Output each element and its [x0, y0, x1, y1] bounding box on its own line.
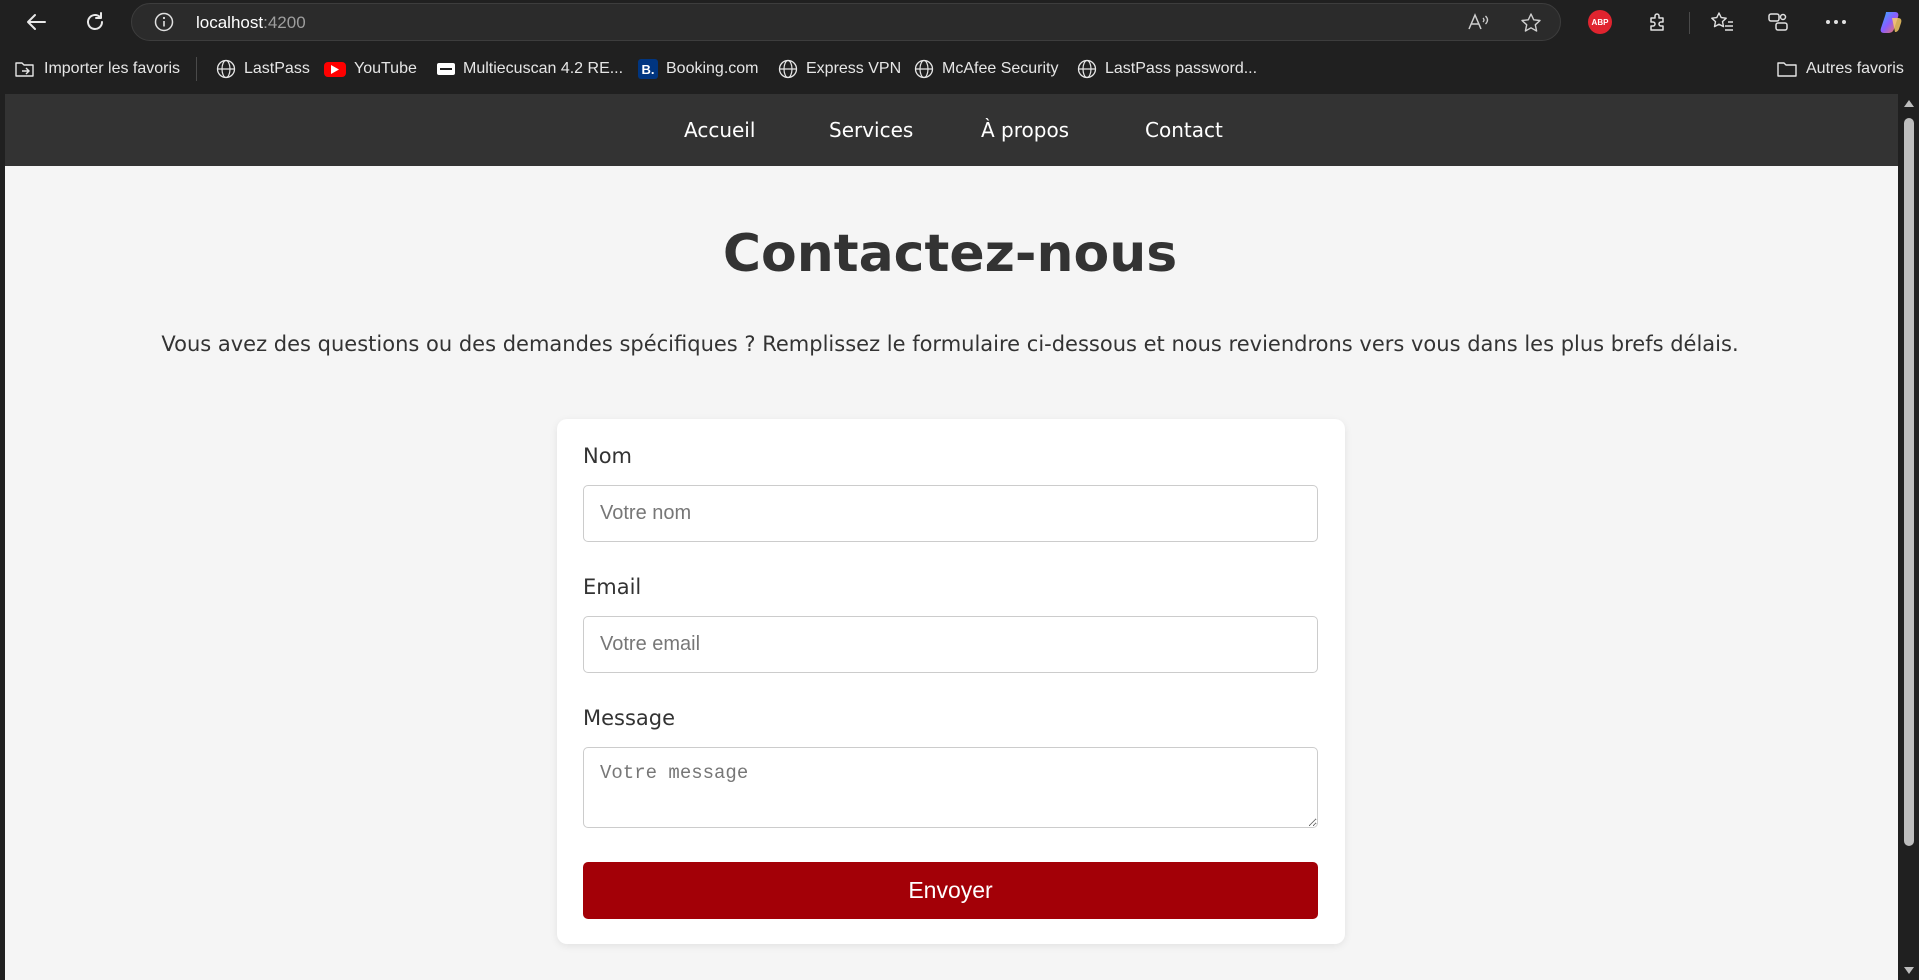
bookmark-lastpass-password[interactable]: LastPass password...	[1077, 58, 1257, 80]
globe-icon	[914, 59, 934, 79]
nav-link-accueil[interactable]: Accueil	[684, 118, 755, 142]
browser-toolbar: localhost:4200 ABP	[0, 0, 1919, 45]
nav-link-services[interactable]: Services	[829, 118, 913, 142]
bookmark-label: McAfee Security	[942, 60, 1059, 77]
adblock-plus-button[interactable]: ABP	[1583, 6, 1617, 38]
bookmark-label: YouTube	[354, 60, 417, 77]
adblock-plus-icon: ABP	[1588, 10, 1612, 34]
page-intro: Vous avez des questions ou des demandes …	[161, 332, 1739, 356]
address-bar[interactable]: localhost:4200	[131, 3, 1561, 41]
nav-link-contact[interactable]: Contact	[1145, 118, 1223, 142]
page-scrollbar[interactable]	[1898, 94, 1919, 980]
url-host: localhost	[196, 13, 264, 32]
back-arrow-icon	[27, 14, 46, 30]
scroll-up-arrow-icon[interactable]	[1904, 100, 1914, 107]
youtube-icon	[324, 61, 346, 77]
reload-icon	[87, 12, 103, 30]
collections-icon	[1768, 13, 1788, 31]
bookmark-booking[interactable]: B. Booking.com	[638, 58, 759, 80]
bookmark-express-vpn[interactable]: Express VPN	[778, 58, 901, 80]
collections-button[interactable]	[1761, 6, 1795, 38]
toolbar-divider	[1689, 12, 1690, 34]
bookmark-lastpass[interactable]: LastPass	[216, 58, 310, 80]
bookmarks-divider	[196, 57, 197, 81]
read-aloud-icon[interactable]	[1467, 12, 1491, 37]
name-input[interactable]	[583, 485, 1318, 542]
contact-form: Nom Email Message Envoyer	[557, 419, 1345, 944]
import-favorites-icon	[15, 62, 34, 77]
message-textarea[interactable]	[583, 747, 1318, 828]
reload-button[interactable]	[77, 6, 113, 38]
email-input[interactable]	[583, 616, 1318, 673]
scrollbar-thumb[interactable]	[1904, 118, 1914, 846]
favorites-button[interactable]	[1705, 6, 1739, 38]
bookmark-label: Importer les favoris	[44, 60, 181, 77]
globe-icon	[216, 59, 236, 79]
bookmark-label: LastPass password...	[1105, 60, 1258, 77]
message-label: Message	[583, 706, 676, 730]
extensions-button[interactable]	[1641, 6, 1675, 38]
bookmark-label: LastPass	[244, 60, 310, 77]
bookmark-import-favorites[interactable]: Importer les favoris	[14, 58, 180, 80]
bookmark-label: Multiecuscan 4.2 RE...	[463, 60, 624, 77]
site-navbar: Accueil Services À propos Contact	[5, 94, 1898, 166]
multiecuscan-icon	[437, 63, 455, 75]
more-menu-button[interactable]	[1819, 6, 1853, 38]
back-button[interactable]	[18, 6, 54, 38]
bookmark-other-favorites[interactable]: Autres favoris	[1776, 58, 1904, 80]
page-viewport: Accueil Services À propos Contact Contac…	[5, 94, 1898, 980]
puzzle-icon	[1650, 13, 1664, 31]
bookmark-label: Booking.com	[666, 60, 759, 77]
nav-link-a-propos[interactable]: À propos	[981, 118, 1069, 142]
submit-button[interactable]: Envoyer	[583, 862, 1318, 919]
globe-icon	[1077, 59, 1097, 79]
favorite-star-icon[interactable]	[1520, 12, 1542, 39]
bookmark-label: Autres favoris	[1806, 60, 1904, 77]
bookmark-multiecuscan[interactable]: Multiecuscan 4.2 RE...	[437, 58, 623, 80]
site-info-icon[interactable]	[154, 12, 174, 37]
bookmarks-bar: Importer les favoris LastPass YouTube Mu…	[0, 50, 1919, 88]
scroll-down-arrow-icon[interactable]	[1904, 967, 1914, 974]
url-text[interactable]: localhost:4200	[196, 13, 306, 33]
copilot-icon	[1880, 12, 1902, 33]
copilot-button[interactable]	[1875, 6, 1909, 38]
folder-icon	[1777, 62, 1797, 77]
url-port: :4200	[263, 13, 306, 32]
email-label: Email	[583, 575, 642, 599]
bookmark-youtube[interactable]: YouTube	[324, 58, 417, 80]
more-dots-icon	[1826, 20, 1846, 24]
globe-icon	[778, 59, 798, 79]
bookmark-label: Express VPN	[806, 60, 902, 77]
bookmark-mcafee[interactable]: McAfee Security	[914, 58, 1058, 80]
page-title: Contactez-nous	[722, 224, 1178, 284]
favorites-list-icon	[1711, 12, 1733, 31]
name-label: Nom	[583, 444, 633, 468]
booking-icon: B.	[638, 59, 658, 79]
